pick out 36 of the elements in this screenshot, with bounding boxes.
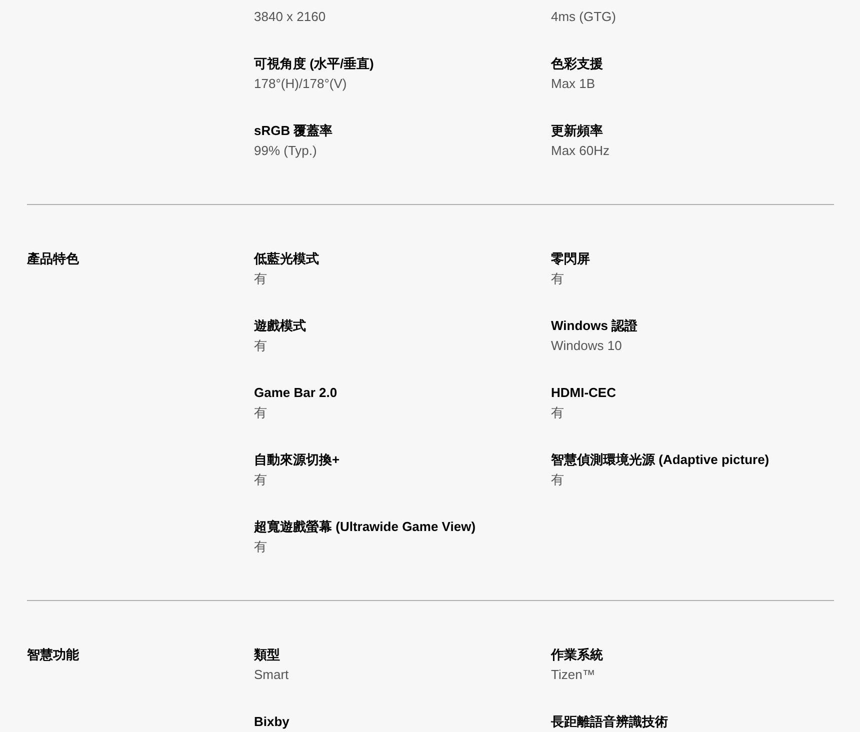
spec-label: 更新頻率	[551, 122, 604, 140]
spec-label: 低藍光模式	[254, 250, 320, 268]
spec-value: Windows 10	[551, 337, 623, 355]
spec-value: 99% (Typ.)	[254, 142, 318, 160]
spec-value: 有	[254, 337, 268, 355]
spec-label: 長距離語音辨識技術	[551, 713, 669, 731]
spec-value: 178°(H)/178°(V)	[254, 75, 348, 93]
spec-value: Max 1B	[551, 75, 596, 93]
spec-label: 自動來源切換+	[254, 451, 341, 469]
spec-label: 作業系統	[551, 646, 604, 664]
spec-value: Smart	[254, 666, 290, 684]
category-title: 智慧功能	[27, 647, 79, 662]
spec-label: Windows 認證	[551, 317, 639, 335]
spec-value: 有	[254, 471, 268, 489]
spec-value: 4ms (GTG)	[551, 8, 617, 26]
spec-label: 遊戲模式	[254, 317, 307, 335]
spec-label: sRGB 覆蓋率	[254, 122, 334, 140]
spec-label: Game Bar 2.0	[254, 384, 338, 402]
spec-label: 零閃屏	[551, 250, 591, 268]
spec-value: Tizen™	[551, 666, 596, 684]
spec-label: Bixby	[254, 713, 290, 731]
spec-value: 有	[254, 404, 268, 422]
spec-value: Max 60Hz	[551, 142, 611, 160]
spec-label: 色彩支援	[551, 55, 604, 73]
spec-label: 類型	[254, 646, 281, 664]
spec-label: 超寬遊戲螢幕 (Ultrawide Game View)	[254, 518, 477, 536]
spec-label: HDMI-CEC	[551, 384, 617, 402]
spec-value: 有	[551, 270, 565, 288]
category-title: 產品特色	[27, 251, 79, 266]
spec-value: 有	[551, 404, 565, 422]
spec-value: 有	[551, 471, 565, 489]
spec-label: 可視角度 (水平/垂直)	[254, 55, 375, 73]
spec-value: 3840 x 2160	[254, 8, 327, 26]
spec-value: 有	[254, 538, 268, 556]
spec-value: 有	[254, 270, 268, 288]
spec-label: 智慧偵測環境光源 (Adaptive picture)	[551, 451, 770, 469]
